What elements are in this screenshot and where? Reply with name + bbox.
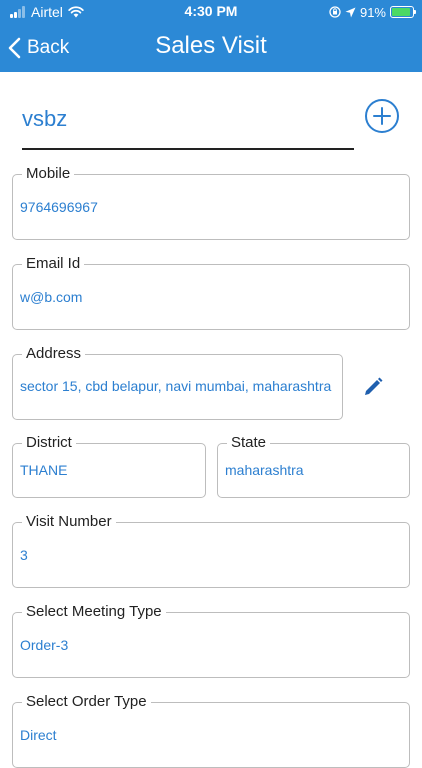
location-icon (345, 7, 356, 17)
battery-charging-icon (390, 6, 416, 18)
meeting-type-label: Select Meeting Type (22, 603, 166, 621)
battery-percent: 91% (359, 4, 386, 20)
email-field[interactable]: Email Id w@b.com (12, 255, 410, 330)
visit-number-field[interactable]: Visit Number 3 (12, 513, 410, 588)
district-label: District (22, 434, 76, 452)
email-value: w@b.com (20, 289, 83, 305)
address-field[interactable]: Address sector 15, cbd belapur, navi mum… (12, 345, 343, 420)
customer-name-input[interactable]: vsbz (22, 106, 67, 132)
mobile-field[interactable]: Mobile 9764696967 (12, 165, 410, 240)
visit-number-label: Visit Number (22, 513, 116, 531)
add-circle-icon[interactable] (364, 98, 400, 134)
battery-level (392, 8, 411, 16)
mobile-value: 9764696967 (20, 199, 98, 215)
order-type-label: Select Order Type (22, 693, 151, 711)
address-value: sector 15, cbd belapur, navi mumbai, mah… (20, 378, 332, 394)
meeting-type-select[interactable]: Select Meeting Type Order-3 (12, 603, 410, 678)
status-bar: Airtel 4:30 PM 91% (0, 0, 422, 24)
name-underline (22, 148, 354, 150)
state-field[interactable]: State maharashtra (217, 434, 410, 498)
email-label: Email Id (22, 255, 85, 273)
status-right: 91% (329, 3, 416, 21)
rotation-lock-icon (329, 6, 341, 18)
order-type-select[interactable]: Select Order Type Direct (12, 693, 410, 768)
customer-name-row: vsbz (22, 99, 404, 152)
state-label: State (227, 434, 271, 452)
visit-number-value: 3 (20, 547, 28, 563)
meeting-type-value: Order-3 (20, 637, 69, 653)
address-label: Address (22, 345, 86, 363)
edit-pencil-icon[interactable] (362, 376, 384, 398)
page-title: Sales Visit (155, 32, 267, 59)
nav-bar: Back Sales Visit (0, 24, 422, 72)
district-value: THANE (20, 462, 68, 478)
order-type-value: Direct (20, 727, 57, 743)
state-value: maharashtra (225, 462, 304, 478)
mobile-label: Mobile (22, 165, 75, 183)
district-field[interactable]: District THANE (12, 434, 206, 498)
